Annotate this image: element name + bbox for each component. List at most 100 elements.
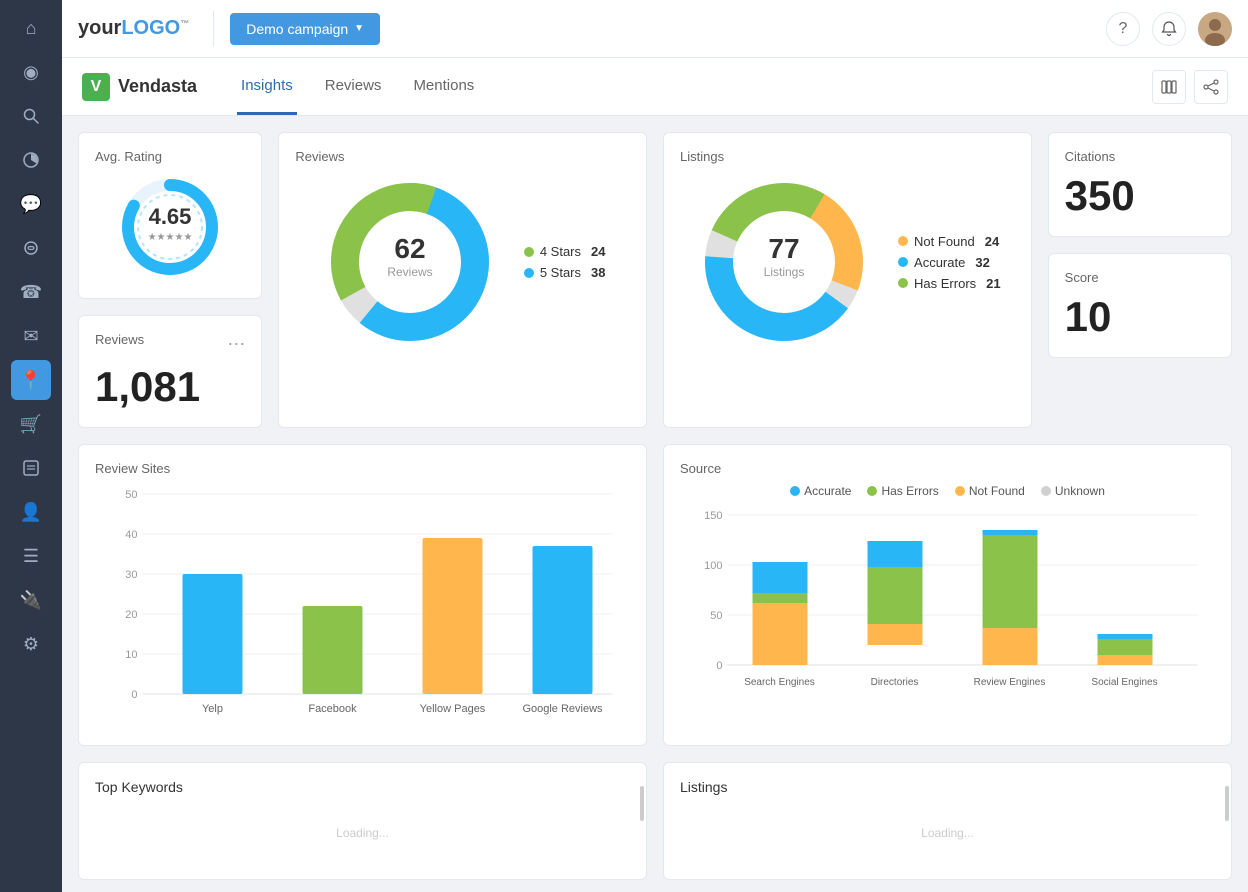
bar-yellow-pages <box>423 538 483 694</box>
source-legend-unknown: Unknown <box>1041 484 1105 498</box>
sidebar-shop-icon[interactable]: 🛒 <box>11 404 51 444</box>
listings-legend: Not Found 24 Accurate 32 Has Errors <box>898 234 1001 291</box>
bar-yelp <box>183 574 243 694</box>
bar-re-has-errors <box>983 535 1038 628</box>
tab-reviews[interactable]: Reviews <box>321 58 386 115</box>
sidebar-phone-icon[interactable]: ☎ <box>11 272 51 312</box>
bar-facebook <box>303 606 363 694</box>
svg-text:40: 40 <box>125 529 137 541</box>
svg-text:10: 10 <box>125 649 137 661</box>
sidebar-list-icon[interactable]: ☰ <box>11 536 51 576</box>
top-keywords-title: Top Keywords <box>95 779 630 795</box>
sidebar-plugins-icon[interactable]: 🔌 <box>11 580 51 620</box>
bottom-grid: Top Keywords Loading... Listings Loading… <box>78 762 1232 880</box>
svg-text:50: 50 <box>710 610 722 622</box>
score-value: 10 <box>1065 293 1215 341</box>
svg-text:Google Reviews: Google Reviews <box>522 703 603 715</box>
tab-mentions[interactable]: Mentions <box>409 58 478 115</box>
notifications-button[interactable] <box>1152 12 1186 46</box>
svg-text:★★★★★: ★★★★★ <box>148 232 193 243</box>
avg-rating-donut: 4.65 ★★★★★ <box>95 172 245 282</box>
content-area: Avg. Rating 4.65 ★★★★★ <box>62 116 1248 892</box>
bar-dir-accurate <box>868 541 923 567</box>
columns-toggle-button[interactable] <box>1152 70 1186 104</box>
help-button[interactable]: ? <box>1106 12 1140 46</box>
legend-4stars-value: 24 <box>591 244 605 259</box>
bar-social-not-found <box>1098 655 1153 665</box>
reviews-donut-card: Reviews 62 Reviews <box>278 132 647 428</box>
sidebar-users-icon[interactable]: 👤 <box>11 492 51 532</box>
svg-text:0: 0 <box>716 660 722 672</box>
svg-text:Directories: Directories <box>871 677 919 688</box>
legend-5stars-label: 5 Stars <box>540 265 581 280</box>
source-unknown-dot <box>1041 486 1051 496</box>
bar-dir-has-errors <box>868 567 923 624</box>
scrollbar-listings[interactable] <box>1225 786 1229 821</box>
svg-text:Search Engines: Search Engines <box>744 677 815 688</box>
svg-text:Review Engines: Review Engines <box>974 677 1046 688</box>
source-not-found-label: Not Found <box>969 484 1025 498</box>
review-sites-card: Review Sites 50 40 30 20 <box>78 444 647 746</box>
svg-text:77: 77 <box>768 233 799 264</box>
sidebar-search-icon[interactable] <box>11 96 51 136</box>
source-chart: 150 100 50 0 Search Engines <box>680 510 1215 715</box>
review-sites-chart: 50 40 30 20 10 0 Yelp Facebook <box>95 484 630 724</box>
sidebar-email-icon[interactable]: ✉ <box>11 316 51 356</box>
score-title: Score <box>1065 270 1215 285</box>
reviews-donut-container: 62 Reviews 4 Stars 24 5 Stars <box>295 172 630 352</box>
reviews-count-header: Reviews ··· <box>95 332 245 355</box>
top-grid: Avg. Rating 4.65 ★★★★★ <box>78 132 1232 428</box>
legend-accurate-label: Accurate <box>914 255 965 270</box>
source-not-found-dot <box>955 486 965 496</box>
sidebar-settings-icon[interactable]: ⚙ <box>11 624 51 664</box>
legend-has-errors: Has Errors 21 <box>898 276 1001 291</box>
legend-accurate: Accurate 32 <box>898 255 1001 270</box>
source-has-errors-dot <box>867 486 877 496</box>
legend-not-found-dot <box>898 236 908 246</box>
source-accurate-dot <box>790 486 800 496</box>
legend-has-errors-value: 21 <box>986 276 1000 291</box>
citations-title: Citations <box>1065 149 1215 164</box>
svg-text:Yelp: Yelp <box>202 703 223 715</box>
svg-text:Facebook: Facebook <box>308 703 357 715</box>
demo-campaign-button[interactable]: Demo campaign ▼ <box>230 13 380 45</box>
svg-text:150: 150 <box>704 510 722 522</box>
reviews-count-title: Reviews <box>95 332 144 347</box>
sidebar-home-icon[interactable]: ⌂ <box>11 8 51 48</box>
share-button[interactable] <box>1194 70 1228 104</box>
logo: yourLOGO™ <box>78 17 189 40</box>
top-keywords-card: Top Keywords Loading... <box>78 762 647 880</box>
legend-accurate-dot <box>898 257 908 267</box>
reviews-legend: 4 Stars 24 5 Stars 38 <box>524 244 606 280</box>
reviews-menu-icon[interactable]: ··· <box>227 333 245 354</box>
bar-se-has-errors <box>753 593 808 603</box>
legend-5stars: 5 Stars 38 <box>524 265 606 280</box>
legend-4stars-dot <box>524 247 534 257</box>
legend-5stars-value: 38 <box>591 265 605 280</box>
citations-value: 350 <box>1065 172 1215 220</box>
source-legend-has-errors: Has Errors <box>867 484 938 498</box>
scrollbar[interactable] <box>640 786 644 821</box>
sidebar-reports-icon[interactable] <box>11 448 51 488</box>
sidebar-reputation-icon[interactable] <box>11 228 51 268</box>
left-sidebar: ⌂ ◉ 💬 ☎ ✉ 📍 🛒 👤 ☰ 🔌 ⚙ <box>0 0 62 892</box>
avg-rating-card: Avg. Rating 4.65 ★★★★★ <box>78 132 262 299</box>
sidebar-chat-icon[interactable]: 💬 <box>11 184 51 224</box>
bar-se-accurate <box>753 562 808 593</box>
bar-google-reviews <box>533 546 593 694</box>
svg-text:4.65: 4.65 <box>149 204 192 229</box>
tab-insights[interactable]: Insights <box>237 58 297 115</box>
bar-re-accurate <box>983 530 1038 535</box>
legend-not-found-value: 24 <box>985 234 999 249</box>
sidebar-dashboard-icon[interactable]: ◉ <box>11 52 51 92</box>
svg-text:Reviews: Reviews <box>387 265 432 279</box>
sidebar-analytics-icon[interactable] <box>11 140 51 180</box>
bar-se-not-found <box>753 603 808 665</box>
source-title: Source <box>680 461 1215 476</box>
listings-donut-title: Listings <box>680 149 1015 164</box>
avatar[interactable] <box>1198 12 1232 46</box>
sidebar-location-icon[interactable]: 📍 <box>11 360 51 400</box>
source-unknown-label: Unknown <box>1055 484 1105 498</box>
brand-icon: V <box>82 73 110 101</box>
review-sites-title: Review Sites <box>95 461 630 476</box>
